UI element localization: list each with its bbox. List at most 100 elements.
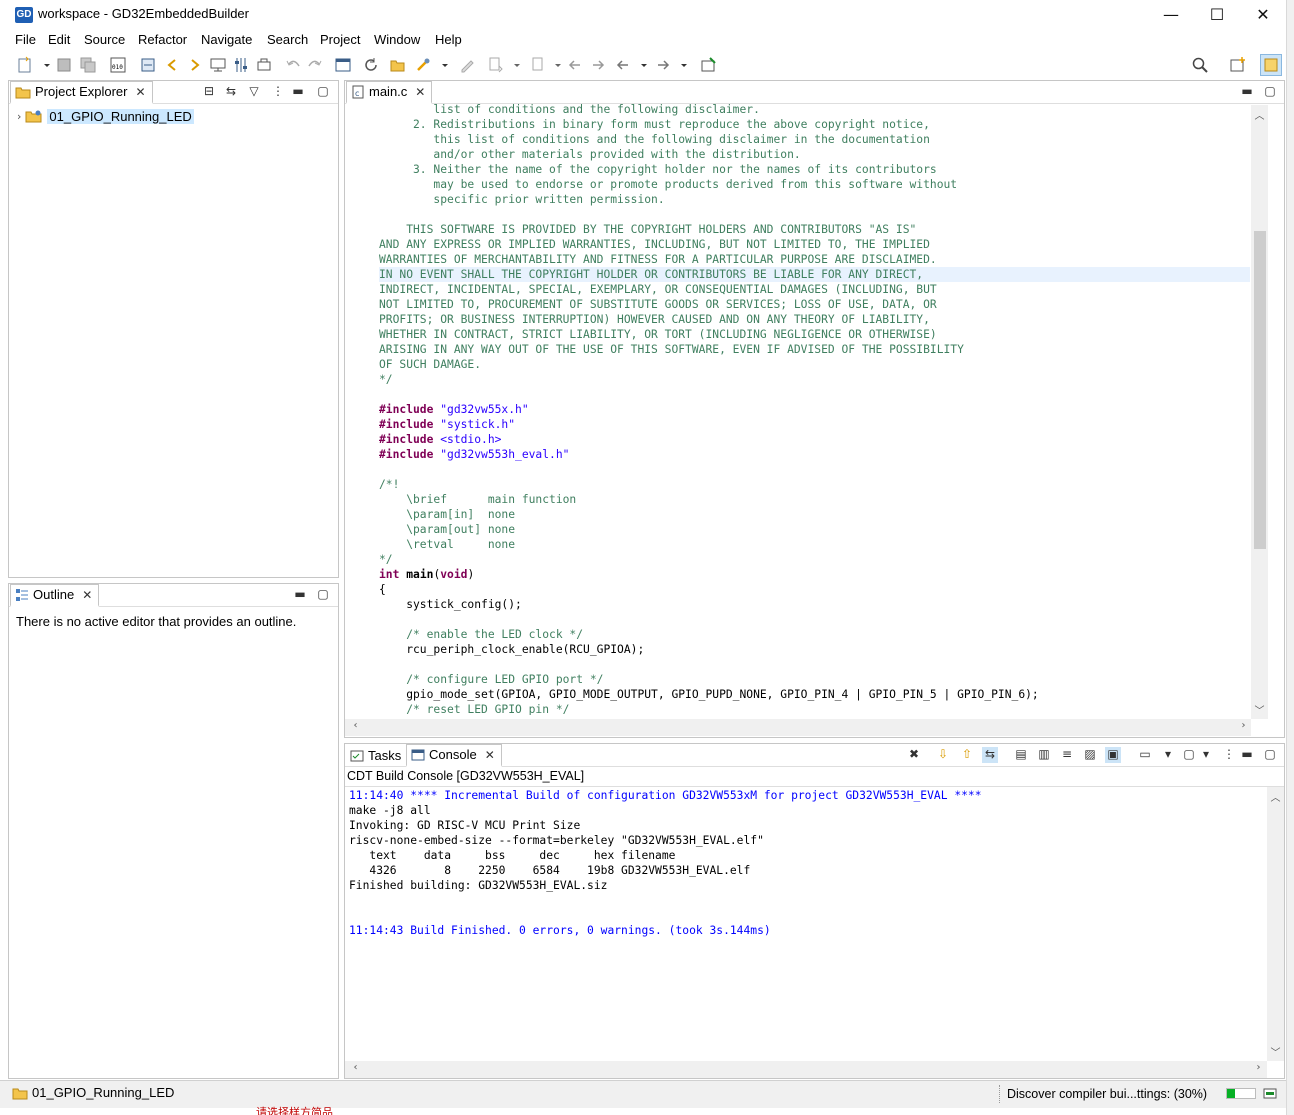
refresh-icon[interactable] [362,56,380,74]
code-line[interactable]: #include "systick.h" [379,417,1250,432]
last-edit-back-icon[interactable] [566,56,584,74]
scroll-right-icon[interactable]: › [1250,1062,1267,1073]
code-line[interactable]: may be used to endorse or promote produc… [379,177,1250,192]
tab-main-c[interactable]: c main.c ✕ [346,81,433,104]
editor-vertical-scrollbar[interactable]: ︿ ﹀ [1251,105,1268,719]
maximize-view-icon[interactable]: ▢ [315,587,331,603]
collapse-all-icon[interactable]: ⊟ [201,84,217,100]
link-editor-icon[interactable]: ⇆ [223,84,239,100]
menu-search[interactable]: Search [267,32,308,47]
filter-icon[interactable]: ▽ [246,84,262,100]
code-line[interactable]: */ [379,372,1250,387]
code-line[interactable] [379,387,1250,402]
display-console-icon[interactable]: ▭ [1137,747,1153,763]
tab-tasks[interactable]: Tasks [346,744,407,767]
search-icon[interactable] [1191,56,1209,74]
menu-source[interactable]: Source [84,32,125,47]
next-annotation-icon[interactable] [186,56,204,74]
progress-view-icon[interactable] [1263,1087,1279,1101]
menu-project[interactable]: Project [320,32,360,47]
code-line[interactable]: rcu_periph_clock_enable(RCU_GPIOA); [379,642,1250,657]
pin-console-icon[interactable]: ≡ [1059,747,1075,763]
last-edit-forward-icon[interactable] [589,56,607,74]
redo-icon[interactable] [306,56,324,74]
code-line[interactable]: { [379,582,1250,597]
tab-console[interactable]: Console ✕ [406,744,502,767]
code-line[interactable] [379,462,1250,477]
close-icon[interactable]: ✕ [135,81,145,103]
copy-output-icon[interactable]: ▨ [1082,747,1098,763]
maximize-view-icon[interactable]: ▢ [1262,747,1278,763]
code-line[interactable]: \retval none [379,537,1250,552]
code-line[interactable]: PROFITS; OR BUSINESS INTERRUPTION) HOWEV… [379,312,1250,327]
console-vertical-scrollbar[interactable]: ︿ ﹀ [1267,787,1284,1061]
editor-horizontal-scrollbar[interactable]: ‹ › [345,719,1251,736]
view-menu-icon[interactable]: ⋮ [1221,747,1237,763]
code-line[interactable]: gpio_mode_set(GPIOA, GPIO_MODE_OUTPUT, G… [379,687,1250,702]
editor-scroll-thumb[interactable] [1254,231,1266,549]
code-line[interactable]: 3. Neither the name of the copyright hol… [379,162,1250,177]
forward-dropdown-icon[interactable] [675,56,687,74]
code-line[interactable]: ARISING IN ANY WAY OUT OF THE USE OF THI… [379,342,1250,357]
expand-chevron-icon[interactable]: › [17,110,21,123]
code-line[interactable]: 2. Redistributions in binary form must r… [379,117,1250,132]
code-line[interactable]: IN NO EVENT SHALL THE COPYRIGHT HOLDER O… [379,267,1250,282]
code-line[interactable]: */ [379,552,1250,567]
display-console-dropdown-icon[interactable]: ▾ [1160,747,1176,763]
open-perspective-icon[interactable] [1229,56,1247,74]
next-edit-dropdown-icon[interactable] [508,56,520,74]
scroll-up-icon[interactable]: ︿ [1267,789,1284,804]
prev-edit-icon[interactable] [528,56,546,74]
build-icon[interactable] [139,56,157,74]
new-dropdown-icon[interactable] [38,56,50,74]
settings-sliders-icon[interactable] [232,56,250,74]
code-line[interactable]: −int main(void) [379,567,1250,582]
menu-help[interactable]: Help [435,32,462,47]
run-tool-icon[interactable] [414,56,432,74]
next-error-icon[interactable]: ⇩ [935,747,951,763]
console-horizontal-scrollbar[interactable]: ‹ › [345,1061,1267,1078]
terminal-icon[interactable] [334,56,352,74]
binary-icon[interactable]: 010 [109,56,127,74]
prev-edit-dropdown-icon[interactable] [549,56,561,74]
code-line[interactable]: list of conditions and the following dis… [379,102,1250,117]
new-icon[interactable] [16,56,34,74]
monitor-icon[interactable] [209,56,227,74]
minimize-view-icon[interactable]: ▬ [290,84,306,100]
menu-refactor[interactable]: Refactor [138,32,187,47]
link-console-icon[interactable]: ⇆ [982,747,998,763]
project-name[interactable]: 01_GPIO_Running_LED [47,108,194,124]
next-edit-icon[interactable] [487,56,505,74]
prev-error-icon[interactable]: ⇧ [959,747,975,763]
close-icon[interactable]: ✕ [485,744,495,766]
tab-outline[interactable]: Outline ✕ [10,584,100,607]
minimize-view-icon[interactable]: ▬ [1239,747,1255,763]
pin-editor-icon[interactable] [700,56,718,74]
close-icon[interactable]: ✕ [82,584,92,606]
edit-pen-icon[interactable] [458,56,476,74]
code-line[interactable]: \brief main function [379,492,1250,507]
save-all-icon[interactable] [79,56,97,74]
open-folder-icon[interactable] [389,56,407,74]
code-line[interactable]: NOT LIMITED TO, PROCUREMENT OF SUBSTITUT… [379,297,1250,312]
minimize-button[interactable]: — [1148,0,1194,30]
debug-icon[interactable] [255,56,273,74]
code-line[interactable]: this list of conditions and the followin… [379,132,1250,147]
project-tree-row[interactable]: › 01_GPIO_Running_LED [17,107,194,125]
save-icon[interactable] [55,56,73,74]
undo-icon[interactable] [284,56,302,74]
forward-icon[interactable] [654,56,672,74]
code-line[interactable]: −/*! [379,477,1250,492]
code-line[interactable]: \param[out] none [379,522,1250,537]
code-line[interactable] [379,657,1250,672]
close-icon[interactable]: ✕ [415,81,425,103]
prev-annotation-icon[interactable] [163,56,181,74]
tab-project-explorer[interactable]: Project Explorer ✕ [10,81,153,104]
code-line[interactable]: #include <stdio.h> [379,432,1250,447]
scroll-left-icon[interactable]: ‹ [347,1062,364,1073]
menu-navigate[interactable]: Navigate [201,32,252,47]
code-line[interactable]: /* enable the LED clock */ [379,627,1250,642]
menu-window[interactable]: Window [374,32,420,47]
code-line[interactable]: specific prior written permission. [379,192,1250,207]
menu-edit[interactable]: Edit [48,32,70,47]
